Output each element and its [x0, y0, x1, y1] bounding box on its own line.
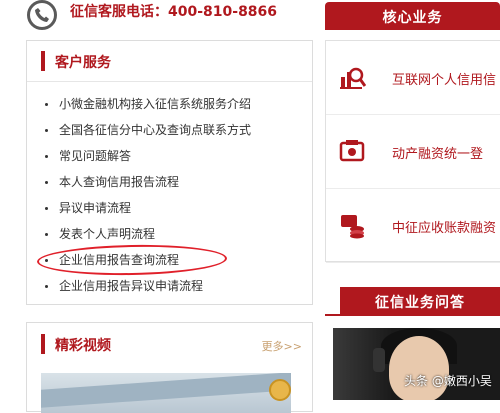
service-link[interactable]: 企业信用报告异议申请流程	[27, 273, 251, 299]
video-thumbnail[interactable]	[41, 373, 291, 413]
featured-video-panel: 精彩视频 更多>>	[26, 322, 313, 413]
panel-header: 客户服务	[27, 41, 312, 82]
bullet-icon	[45, 207, 48, 210]
bullet-icon	[45, 129, 48, 132]
coin-icon	[269, 379, 291, 401]
credit-qa-tab[interactable]: 征信业务问答	[340, 287, 500, 315]
coin-stack-icon	[341, 215, 364, 239]
customer-service-agent-photo	[333, 328, 500, 400]
bullet-icon	[45, 155, 48, 158]
service-link[interactable]: 全国各征信分中心及查询点联系方式	[27, 117, 251, 143]
chart-magnifier-icon	[340, 67, 366, 89]
service-link[interactable]: 小微金融机构接入征信系统服务介绍	[27, 91, 251, 117]
hotline-text: 征信客服电话：400-810-8866	[70, 4, 278, 20]
bullet-icon	[45, 233, 48, 236]
title-accent-bar	[41, 51, 45, 71]
qa-divider	[325, 314, 500, 316]
phone-icon	[27, 0, 57, 30]
panel-title: 精彩视频	[55, 338, 111, 354]
core-item-internet-credit[interactable]: 互联网个人信用信	[326, 41, 500, 115]
core-business-panel: 互联网个人信用信 动产融资统一登 中征应收账款融资	[325, 40, 500, 263]
title-accent-bar	[41, 334, 45, 354]
watermark-text: 头条 @嫩西小吴	[404, 374, 492, 388]
service-link[interactable]: 发表个人声明流程	[27, 221, 251, 247]
service-link[interactable]: 异议申请流程	[27, 195, 251, 221]
core-item-movable-financing[interactable]: 动产融资统一登	[326, 115, 500, 189]
pledge-box-icon	[339, 140, 365, 162]
bullet-icon	[45, 103, 48, 106]
service-link[interactable]: 常见问题解答	[27, 143, 251, 169]
bullet-icon	[45, 285, 48, 288]
more-link[interactable]: 更多>>	[262, 338, 302, 354]
service-link[interactable]: 本人查询信用报告流程	[27, 169, 251, 195]
core-business-tab[interactable]: 核心业务	[325, 2, 500, 30]
bullet-icon	[45, 181, 48, 184]
panel-title: 客户服务	[55, 55, 111, 71]
core-item-receivables[interactable]: 中征应收账款融资	[326, 189, 500, 263]
headset-icon	[373, 348, 385, 372]
